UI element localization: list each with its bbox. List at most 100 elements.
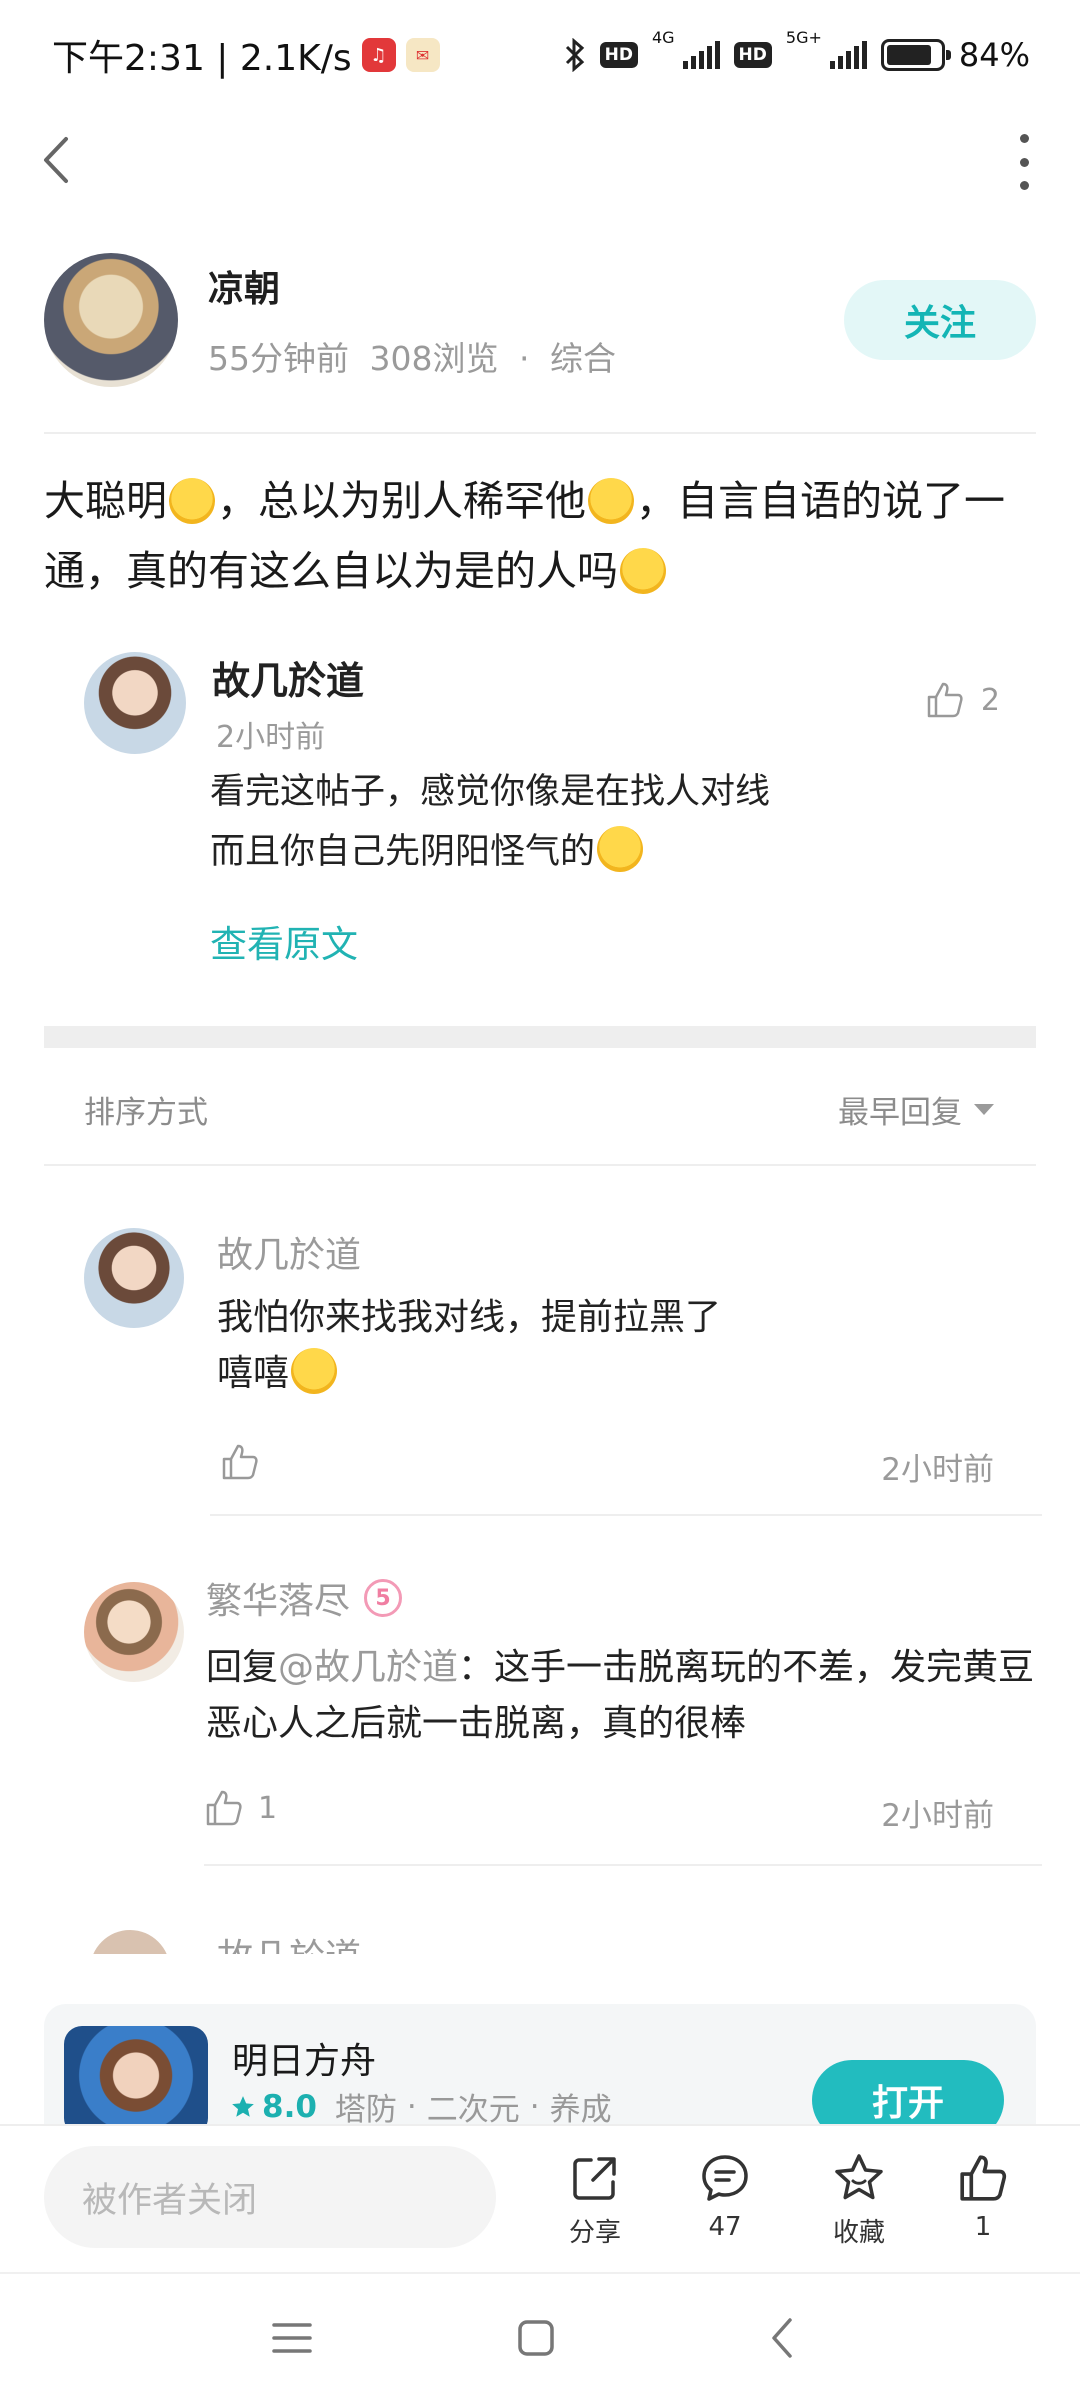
system-back-button[interactable] <box>752 2308 812 2368</box>
sort-value: 最早回复 <box>838 1094 962 1131</box>
comment-avatar[interactable] <box>84 1582 184 1682</box>
comment-avatar[interactable] <box>90 1930 170 1954</box>
quote-author-name[interactable]: 故几於道 <box>212 650 364 705</box>
comment-like-button[interactable] <box>220 1442 260 1482</box>
post-views: 308浏览 <box>369 339 499 378</box>
author-info: 凉朝 55分钟前 308浏览 · 综合 <box>208 260 616 380</box>
hd-badge: HD <box>599 42 638 68</box>
caret-down-icon <box>974 1103 994 1115</box>
smiley-emoji-icon <box>620 548 666 594</box>
comment-text: 回复@故几於道：这手一击脱离玩的不差，发完黄豆恶心人之后就一击脱离，真的很棒 <box>206 1640 1066 1752</box>
comment-time: 2小时前 <box>881 1452 994 1488</box>
game-card[interactable]: 明日方舟 8.0 塔防 · 二次元 · 养成 打开 <box>44 2004 1036 2124</box>
network-label-1: 4G <box>651 28 675 47</box>
favorite-button[interactable]: 收藏 <box>814 2152 904 2249</box>
thumbs-up-icon <box>206 1790 242 1826</box>
hugging-emoji-icon <box>597 826 644 872</box>
quote-avatar[interactable] <box>84 652 186 754</box>
comment-like-button[interactable]: 1 <box>204 1788 277 1828</box>
share-icon <box>573 2157 616 2200</box>
comment-like-count: 1 <box>258 1790 278 1826</box>
music-app-icon: ♫ <box>361 38 396 72</box>
game-tag: 养成 <box>549 2092 612 2124</box>
comment-input[interactable]: 被作者关闭 <box>44 2146 496 2248</box>
author-name[interactable]: 凉朝 <box>208 260 616 312</box>
chevron-left-icon <box>44 137 68 183</box>
game-score: 8.0 <box>230 2088 317 2125</box>
back-button[interactable] <box>40 128 84 192</box>
divider <box>210 1514 1042 1516</box>
quote-like-button[interactable]: 2 <box>925 680 1000 720</box>
more-dot-icon <box>1019 134 1029 143</box>
comment-author-name[interactable]: 故几於道 <box>217 1928 361 1954</box>
post-category: 综合 <box>550 339 616 378</box>
comment-author-text: 繁华落尽 <box>206 1581 351 1622</box>
open-game-button[interactable]: 打开 <box>812 2060 1004 2124</box>
battery-fill <box>886 45 931 65</box>
signal-strength-icon <box>682 41 720 69</box>
post-time: 55分钟前 <box>208 339 349 378</box>
favorite-label: 收藏 <box>832 2218 885 2248</box>
author-avatar[interactable] <box>44 253 178 387</box>
game-icon[interactable] <box>64 2026 208 2124</box>
thumbs-up-icon <box>222 1444 258 1480</box>
comment-bubble-icon <box>702 2155 748 2201</box>
section-divider <box>44 1026 1036 1048</box>
notification-app-icon: ✉ <box>405 38 440 72</box>
comment-avatar[interactable] <box>84 1228 184 1328</box>
hd-badge-2: HD <box>733 42 772 68</box>
comment-count: 47 <box>708 2212 742 2242</box>
view-original-link[interactable]: 查看原文 <box>210 914 358 968</box>
comment-item-partial[interactable]: 故几於道 <box>84 1926 984 1954</box>
status-time-speed: 下午2:31 | 2.1K/s <box>52 38 352 79</box>
quote-line-1: 看完这帖子，感觉你像是在找人对线 <box>210 772 771 812</box>
follow-button[interactable]: 关注 <box>844 280 1036 360</box>
level-badge-icon: 5 <box>364 1579 403 1617</box>
game-meta: 8.0 塔防 · 二次元 · 养成 <box>230 2084 612 2124</box>
battery-percent: 84% <box>958 36 1030 74</box>
share-label: 分享 <box>568 2218 621 2248</box>
star-icon <box>232 2095 254 2117</box>
post-text-1: 大聪明 <box>44 477 167 525</box>
tag-separator: · <box>406 2088 417 2125</box>
reply-prefix: 回复 <box>206 1647 279 1688</box>
thumbs-up-icon <box>960 2155 1007 2201</box>
more-dot-icon <box>1019 181 1029 190</box>
sweat-smile-emoji-icon <box>169 478 215 524</box>
comments-button[interactable]: 47 <box>680 2152 770 2242</box>
grimace-emoji-icon <box>291 1348 338 1394</box>
divider <box>44 432 1036 434</box>
home-button[interactable] <box>506 2308 566 2368</box>
mention-link[interactable]: @故几於道 <box>278 1647 458 1688</box>
status-bar: 下午2:31 | 2.1K/s ♫ ✉ HD 4G HD 5G+ 84% <box>0 0 1080 110</box>
quote-text: 看完这帖子，感觉你像是在找人对线 而且你自己先阴阳怪气的 <box>210 762 770 882</box>
comment-author-name[interactable]: 繁华落尽 5 <box>206 1572 403 1624</box>
home-square-icon <box>518 2320 554 2356</box>
quote-like-count: 2 <box>980 682 1000 718</box>
comment-input-placeholder: 被作者关闭 <box>82 2180 258 2221</box>
comment-item[interactable]: 繁华落尽 5 回复@故几於道：这手一击脱离玩的不差，发完黄豆恶心人之后就一击脱离… <box>84 1568 1042 1868</box>
comment-author-name[interactable]: 故几於道 <box>217 1226 361 1278</box>
game-tag: 塔防 <box>334 2092 397 2124</box>
quote-line-2: 而且你自己先阴阳怪气的 <box>210 832 596 872</box>
share-button[interactable]: 分享 <box>550 2152 640 2249</box>
post-like-count: 1 <box>974 2212 992 2242</box>
more-options-button[interactable] <box>1014 134 1034 190</box>
like-post-button[interactable]: 1 <box>938 2152 1028 2242</box>
post-text-2: ，总以为别人稀罕他 <box>217 477 586 525</box>
sort-dropdown[interactable]: 最早回复 <box>838 1087 994 1132</box>
comment-line-1: 我怕你来找我对线，提前拉黑了 <box>217 1297 722 1338</box>
game-name[interactable]: 明日方舟 <box>232 2032 376 2084</box>
divider <box>44 1164 1036 1166</box>
thumbs-up-icon <box>927 682 963 718</box>
post-author: 凉朝 55分钟前 308浏览 · 综合 关注 <box>44 252 1036 388</box>
game-tag: 二次元 <box>426 2092 520 2124</box>
game-score-value: 8.0 <box>262 2088 317 2125</box>
menu-button[interactable] <box>262 2308 322 2368</box>
more-dot-icon <box>1019 157 1029 167</box>
meta-separator: · <box>519 339 530 378</box>
menu-icon <box>272 2323 312 2353</box>
comment-item[interactable]: 故几於道 我怕你来找我对线，提前拉黑了 嘻嘻 2小时前 <box>84 1222 1042 1518</box>
quoted-comment[interactable]: 故几於道 2小时前 2 看完这帖子，感觉你像是在找人对线 而且你自己先阴阳怪气的… <box>84 650 1000 990</box>
post-content: 大聪明 ，总以为别人稀罕他 ，自言自语的说了一通，真的有这么自以为是的人吗 <box>44 466 1044 606</box>
